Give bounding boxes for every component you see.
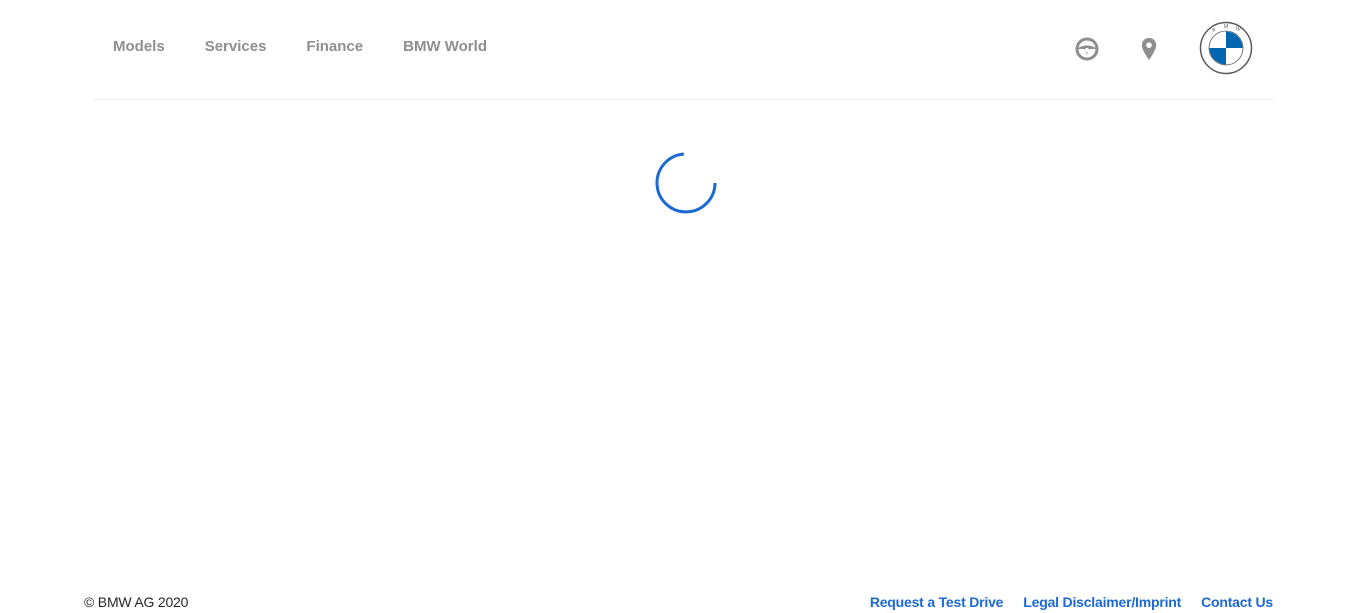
nav-item-services[interactable]: Services	[205, 38, 267, 56]
footer-links: Request a Test Drive Legal Disclaimer/Im…	[850, 594, 1273, 610]
page: Models Services Finance BMW World B M W …	[0, 0, 1366, 613]
nav-item-bmw-world[interactable]: BMW World	[403, 38, 487, 56]
copyright-text: © BMW AG 2020	[84, 594, 189, 610]
contact-us-link[interactable]: Contact Us	[1201, 594, 1273, 610]
site-header: Models Services Finance BMW World B M W	[93, 0, 1273, 100]
loading-spinner	[654, 151, 718, 215]
nav-item-finance[interactable]: Finance	[306, 38, 363, 56]
nav-item-models[interactable]: Models	[113, 38, 165, 56]
logo-letters-center: M	[1224, 24, 1228, 30]
site-footer: © BMW AG 2020 Request a Test Drive Legal…	[0, 588, 1366, 613]
location-pin-icon[interactable]	[1140, 37, 1158, 61]
main-nav: Models Services Finance BMW World	[113, 38, 487, 56]
legal-disclaimer-link[interactable]: Legal Disclaimer/Imprint	[1023, 594, 1181, 610]
steering-wheel-icon[interactable]	[1074, 36, 1100, 62]
bmw-logo[interactable]: B M W	[1199, 21, 1253, 75]
request-test-drive-link[interactable]: Request a Test Drive	[870, 594, 1004, 610]
